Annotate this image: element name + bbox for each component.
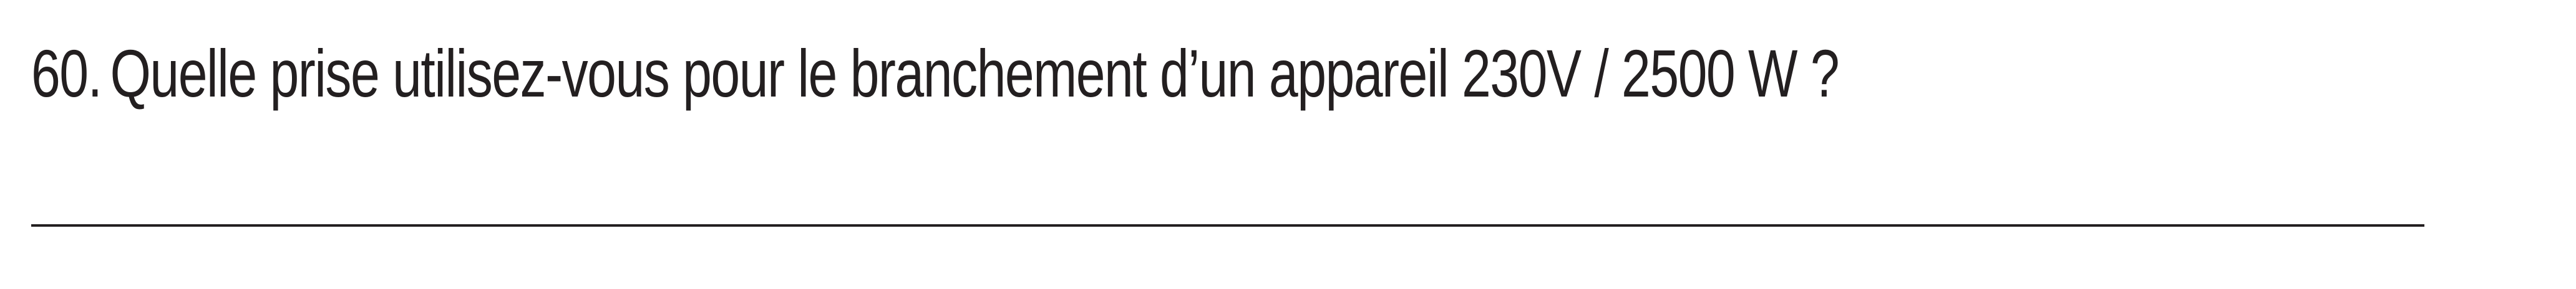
question-number: 60.: [31, 36, 102, 111]
question-text: Quelle prise utilisez-vous pour le branc…: [110, 36, 1839, 111]
answer-line[interactable]: [31, 224, 2424, 227]
question-item: 60. Quelle prise utilisez-vous pour le br…: [31, 36, 1840, 111]
